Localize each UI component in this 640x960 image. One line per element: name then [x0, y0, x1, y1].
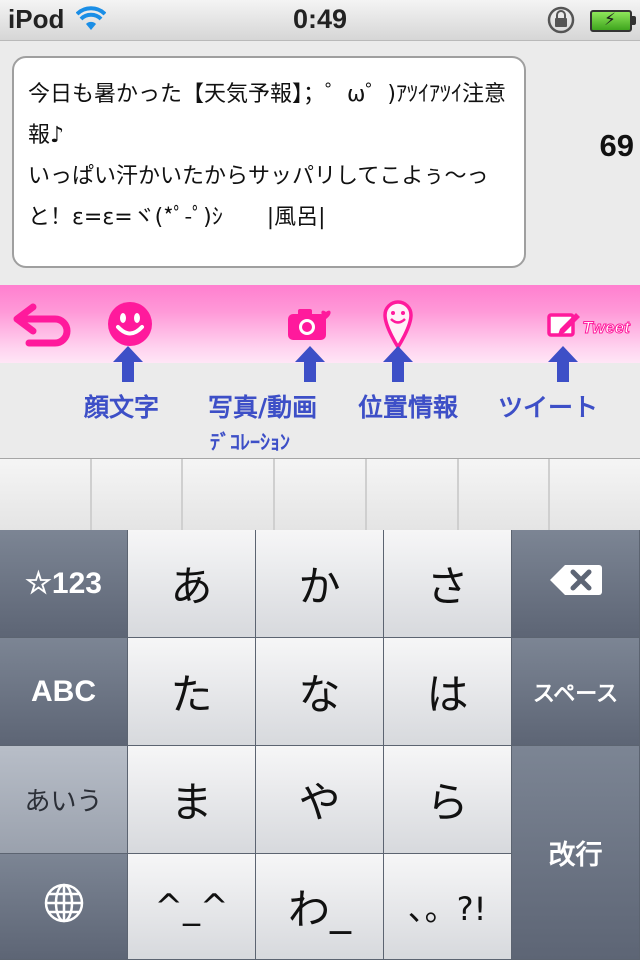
- key-emoticon[interactable]: ^_^: [128, 854, 256, 960]
- key-ta[interactable]: た: [128, 638, 256, 746]
- hint-tweet: ツイート: [498, 393, 599, 422]
- key-punctuation[interactable]: ､。?!: [384, 854, 512, 960]
- tweet-text-area[interactable]: 今日も暑かった【天気予報】；゜ω゜)ｱﾂｲｱﾂｲ注意報♪ いっぱい汗かいたからサ…: [12, 56, 526, 268]
- hint-emoticon: 顔文字: [84, 393, 160, 422]
- candidate-slot[interactable]: [550, 459, 640, 531]
- undo-button[interactable]: [8, 285, 78, 363]
- camera-icon: [286, 304, 336, 344]
- tweet-edit-icon: [546, 309, 582, 339]
- key-numbers[interactable]: ☆123: [0, 530, 128, 638]
- candidate-slot[interactable]: [459, 459, 551, 531]
- return-key[interactable]: 改行: [512, 746, 640, 960]
- candidate-bar[interactable]: [0, 458, 640, 532]
- location-pin-icon: [382, 299, 414, 349]
- hint-photo-video: 写真/動画: [208, 393, 318, 422]
- key-ya[interactable]: や: [256, 746, 384, 854]
- key-ma[interactable]: ま: [128, 746, 256, 854]
- kana-keyboard: ☆123 あ か さ ABC た な は スペース あいう ま や ら 改行 ^…: [0, 530, 640, 960]
- key-ra[interactable]: ら: [384, 746, 512, 854]
- key-ha[interactable]: は: [384, 638, 512, 746]
- delete-icon: [549, 563, 603, 605]
- space-key[interactable]: スペース: [512, 638, 640, 746]
- tweet-label: Tweet: [582, 318, 631, 338]
- undo-icon: [11, 299, 75, 349]
- smiley-icon: [106, 300, 154, 348]
- hint-decoration: ﾃﾞｺﾚｰｼｮﾝ: [210, 430, 290, 454]
- battery-icon: ⚡: [590, 10, 636, 32]
- candidate-slot[interactable]: [367, 459, 459, 531]
- key-na[interactable]: な: [256, 638, 384, 746]
- globe-icon: [43, 882, 85, 932]
- key-wa[interactable]: わ_: [256, 854, 384, 960]
- up-arrow-icon: [548, 346, 578, 382]
- up-arrow-icon: [113, 346, 143, 382]
- up-arrow-icon: [295, 346, 325, 382]
- rotation-lock-icon: [545, 5, 577, 39]
- delete-key[interactable]: [512, 530, 640, 638]
- key-a[interactable]: あ: [128, 530, 256, 638]
- hint-location: 位置情報: [358, 393, 459, 422]
- key-abc[interactable]: ABC: [0, 638, 128, 746]
- up-arrow-icon: [383, 346, 413, 382]
- key-hiragana[interactable]: あいう: [0, 746, 128, 854]
- candidate-slot[interactable]: [0, 459, 92, 531]
- candidate-slot[interactable]: [275, 459, 367, 531]
- candidate-slot[interactable]: [92, 459, 184, 531]
- candidate-slot[interactable]: [183, 459, 276, 531]
- character-counter: 69: [599, 128, 634, 163]
- clock: 0:49: [292, 4, 348, 34]
- globe-key[interactable]: [0, 854, 128, 960]
- key-ka[interactable]: か: [256, 530, 384, 638]
- key-sa[interactable]: さ: [384, 530, 512, 638]
- status-bar: iPod 0:49 ⚡: [0, 0, 640, 41]
